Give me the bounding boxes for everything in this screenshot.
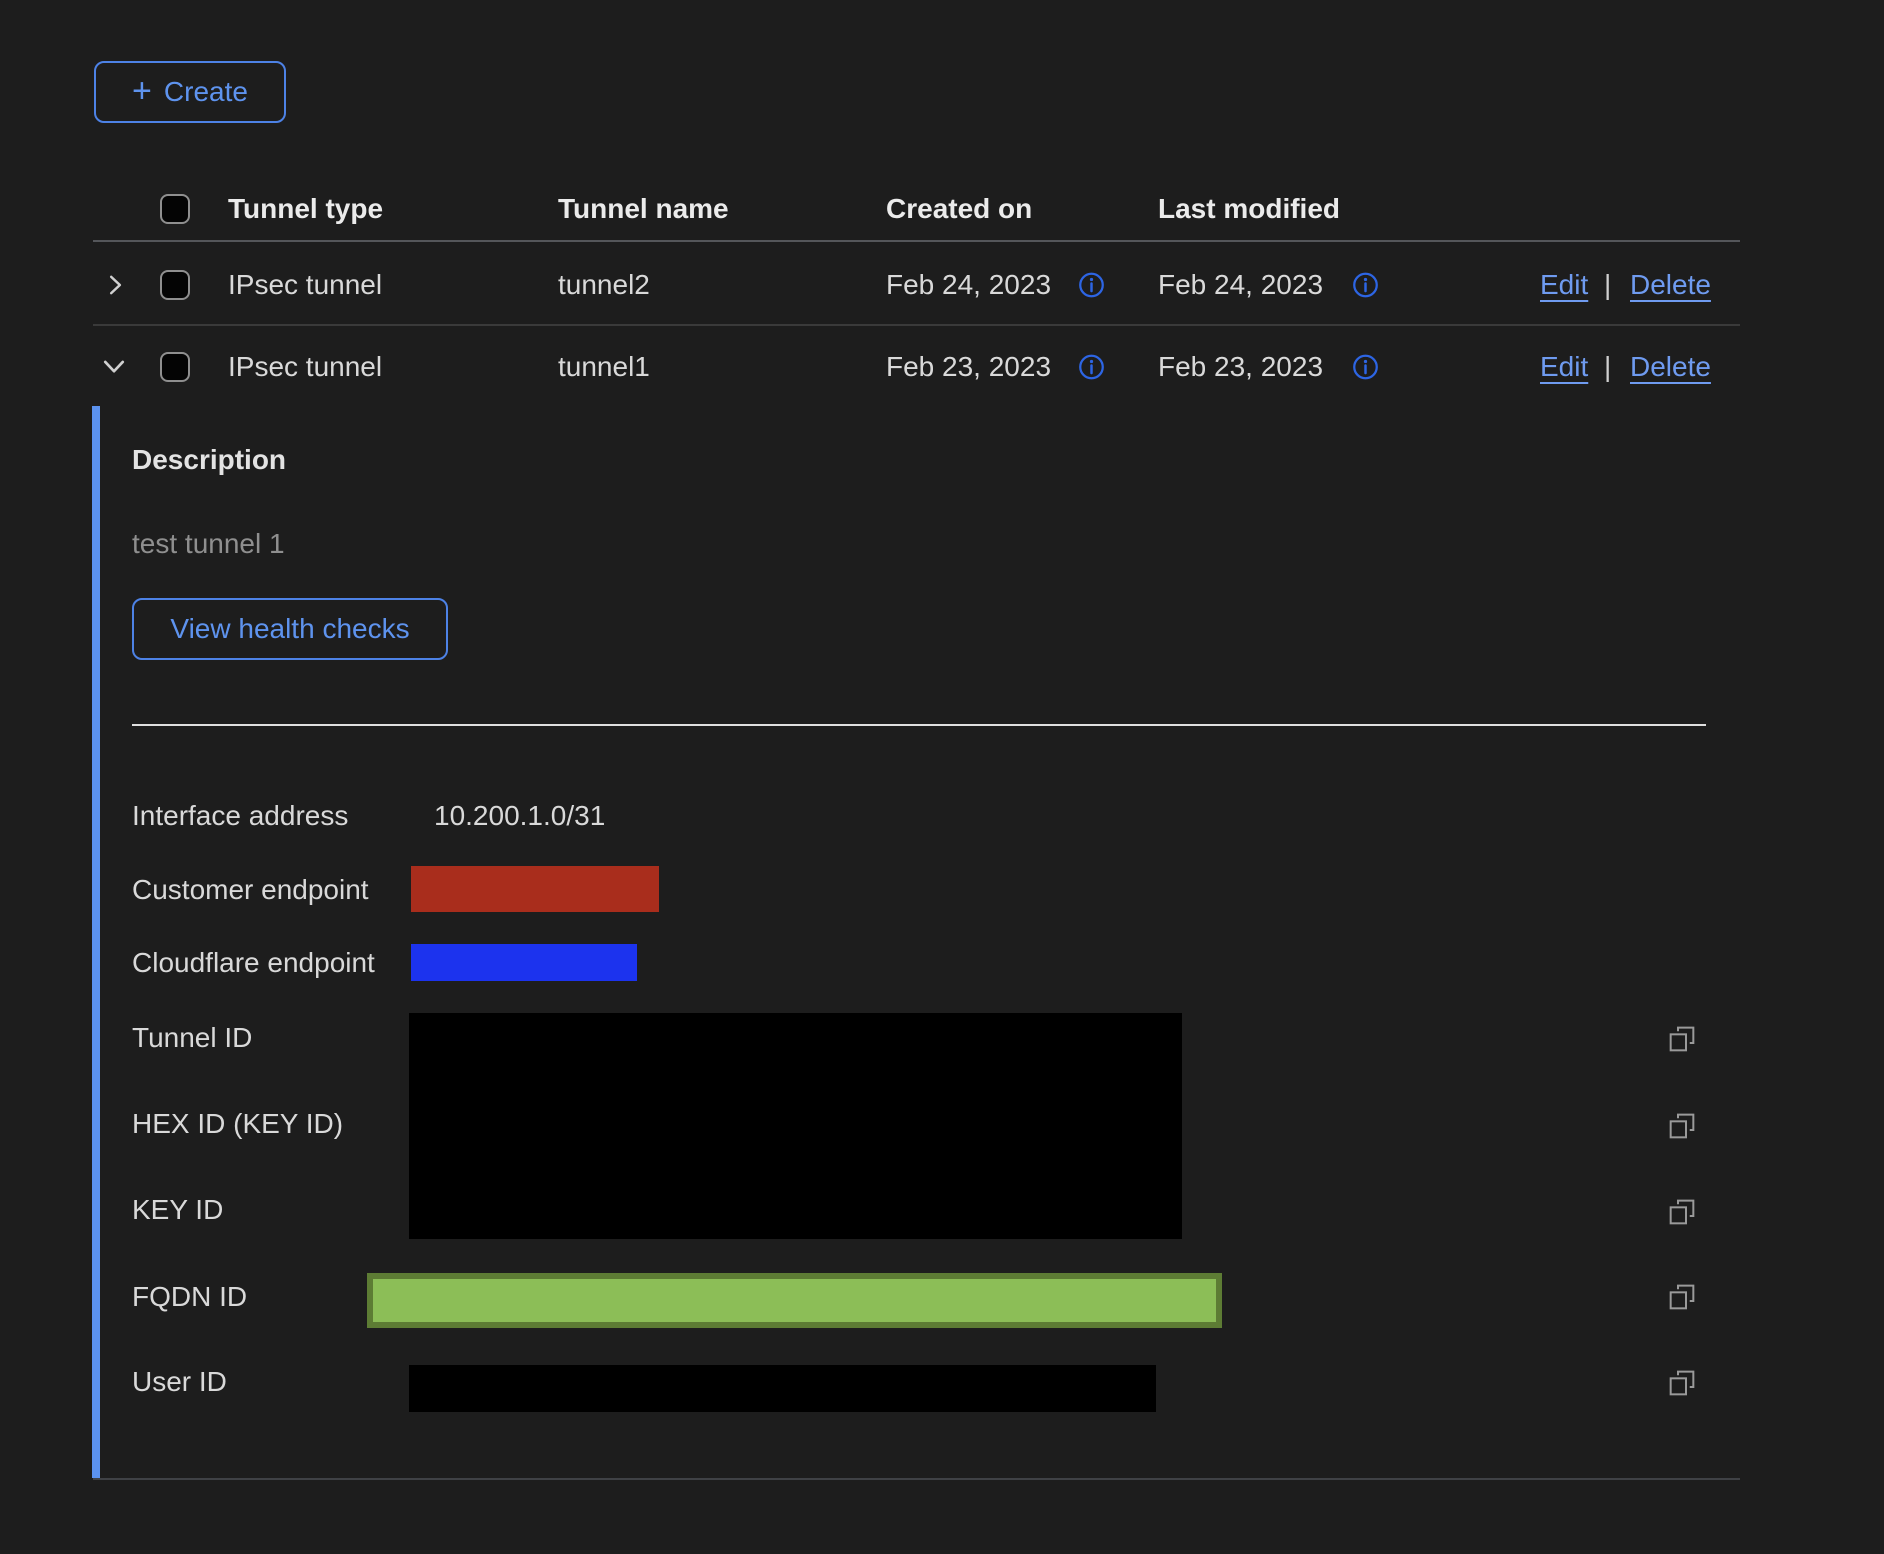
chevron-down-icon[interactable]: [100, 352, 128, 380]
delete-link[interactable]: Delete: [1630, 351, 1711, 383]
interface-address-label: Interface address: [132, 800, 348, 832]
select-all-checkbox[interactable]: [160, 194, 190, 224]
copy-icon[interactable]: [1666, 1281, 1698, 1313]
interface-address-value: 10.200.1.0/31: [434, 800, 605, 832]
row-checkbox-tunnel2[interactable]: [160, 270, 190, 300]
info-icon[interactable]: [1078, 272, 1105, 299]
key-id-label: KEY ID: [132, 1194, 223, 1226]
header-divider: [93, 240, 1740, 242]
last-modified-cell: Feb 23, 2023: [1158, 351, 1323, 383]
column-header-last-modified: Last modified: [1158, 193, 1340, 225]
row-divider: [93, 324, 1740, 326]
column-header-tunnel-type: Tunnel type: [228, 193, 383, 225]
tunnel-name-cell: tunnel1: [558, 351, 650, 383]
description-value: test tunnel 1: [132, 528, 285, 560]
fqdn-id-redaction: [367, 1273, 1222, 1328]
column-header-tunnel-name: Tunnel name: [558, 193, 729, 225]
last-modified-cell: Feb 24, 2023: [1158, 269, 1323, 301]
view-health-checks-button[interactable]: View health checks: [132, 598, 448, 660]
tunnel-ids-redaction: [409, 1013, 1182, 1239]
create-button-label: Create: [164, 76, 248, 108]
column-header-created-on: Created on: [886, 193, 1032, 225]
chevron-right-icon[interactable]: [101, 271, 129, 299]
user-id-label: User ID: [132, 1366, 227, 1398]
user-id-redaction: [409, 1365, 1156, 1412]
cloudflare-endpoint-label: Cloudflare endpoint: [132, 947, 375, 979]
info-icon[interactable]: [1078, 354, 1105, 381]
info-icon[interactable]: [1352, 354, 1379, 381]
customer-endpoint-redaction: [411, 866, 659, 912]
plus-icon: +: [132, 74, 152, 108]
view-health-checks-label: View health checks: [170, 613, 409, 645]
tunnel-type-cell: IPsec tunnel: [228, 269, 382, 301]
info-icon[interactable]: [1352, 272, 1379, 299]
hex-id-label: HEX ID (KEY ID): [132, 1108, 343, 1140]
edit-link[interactable]: Edit: [1540, 269, 1588, 301]
expanded-row-indicator-bar: [92, 406, 100, 1478]
section-divider: [132, 724, 1706, 726]
delete-link[interactable]: Delete: [1630, 269, 1711, 301]
tunnel-name-cell: tunnel2: [558, 269, 650, 301]
action-separator: |: [1604, 351, 1611, 383]
edit-link[interactable]: Edit: [1540, 351, 1588, 383]
copy-icon[interactable]: [1666, 1196, 1698, 1228]
description-label: Description: [132, 444, 286, 476]
tunnel-id-label: Tunnel ID: [132, 1022, 252, 1054]
action-separator: |: [1604, 269, 1611, 301]
ipsec-tunnels-page: + Create Tunnel type Tunnel name Created…: [0, 0, 1884, 1554]
table-bottom-divider: [93, 1478, 1740, 1480]
customer-endpoint-label: Customer endpoint: [132, 874, 369, 906]
copy-icon[interactable]: [1666, 1110, 1698, 1142]
fqdn-id-label: FQDN ID: [132, 1281, 247, 1313]
copy-icon[interactable]: [1666, 1367, 1698, 1399]
copy-icon[interactable]: [1666, 1023, 1698, 1055]
created-on-cell: Feb 23, 2023: [886, 351, 1051, 383]
cloudflare-endpoint-redaction: [411, 944, 637, 981]
row-checkbox-tunnel1[interactable]: [160, 352, 190, 382]
tunnel-type-cell: IPsec tunnel: [228, 351, 382, 383]
created-on-cell: Feb 24, 2023: [886, 269, 1051, 301]
create-button[interactable]: + Create: [94, 61, 286, 123]
